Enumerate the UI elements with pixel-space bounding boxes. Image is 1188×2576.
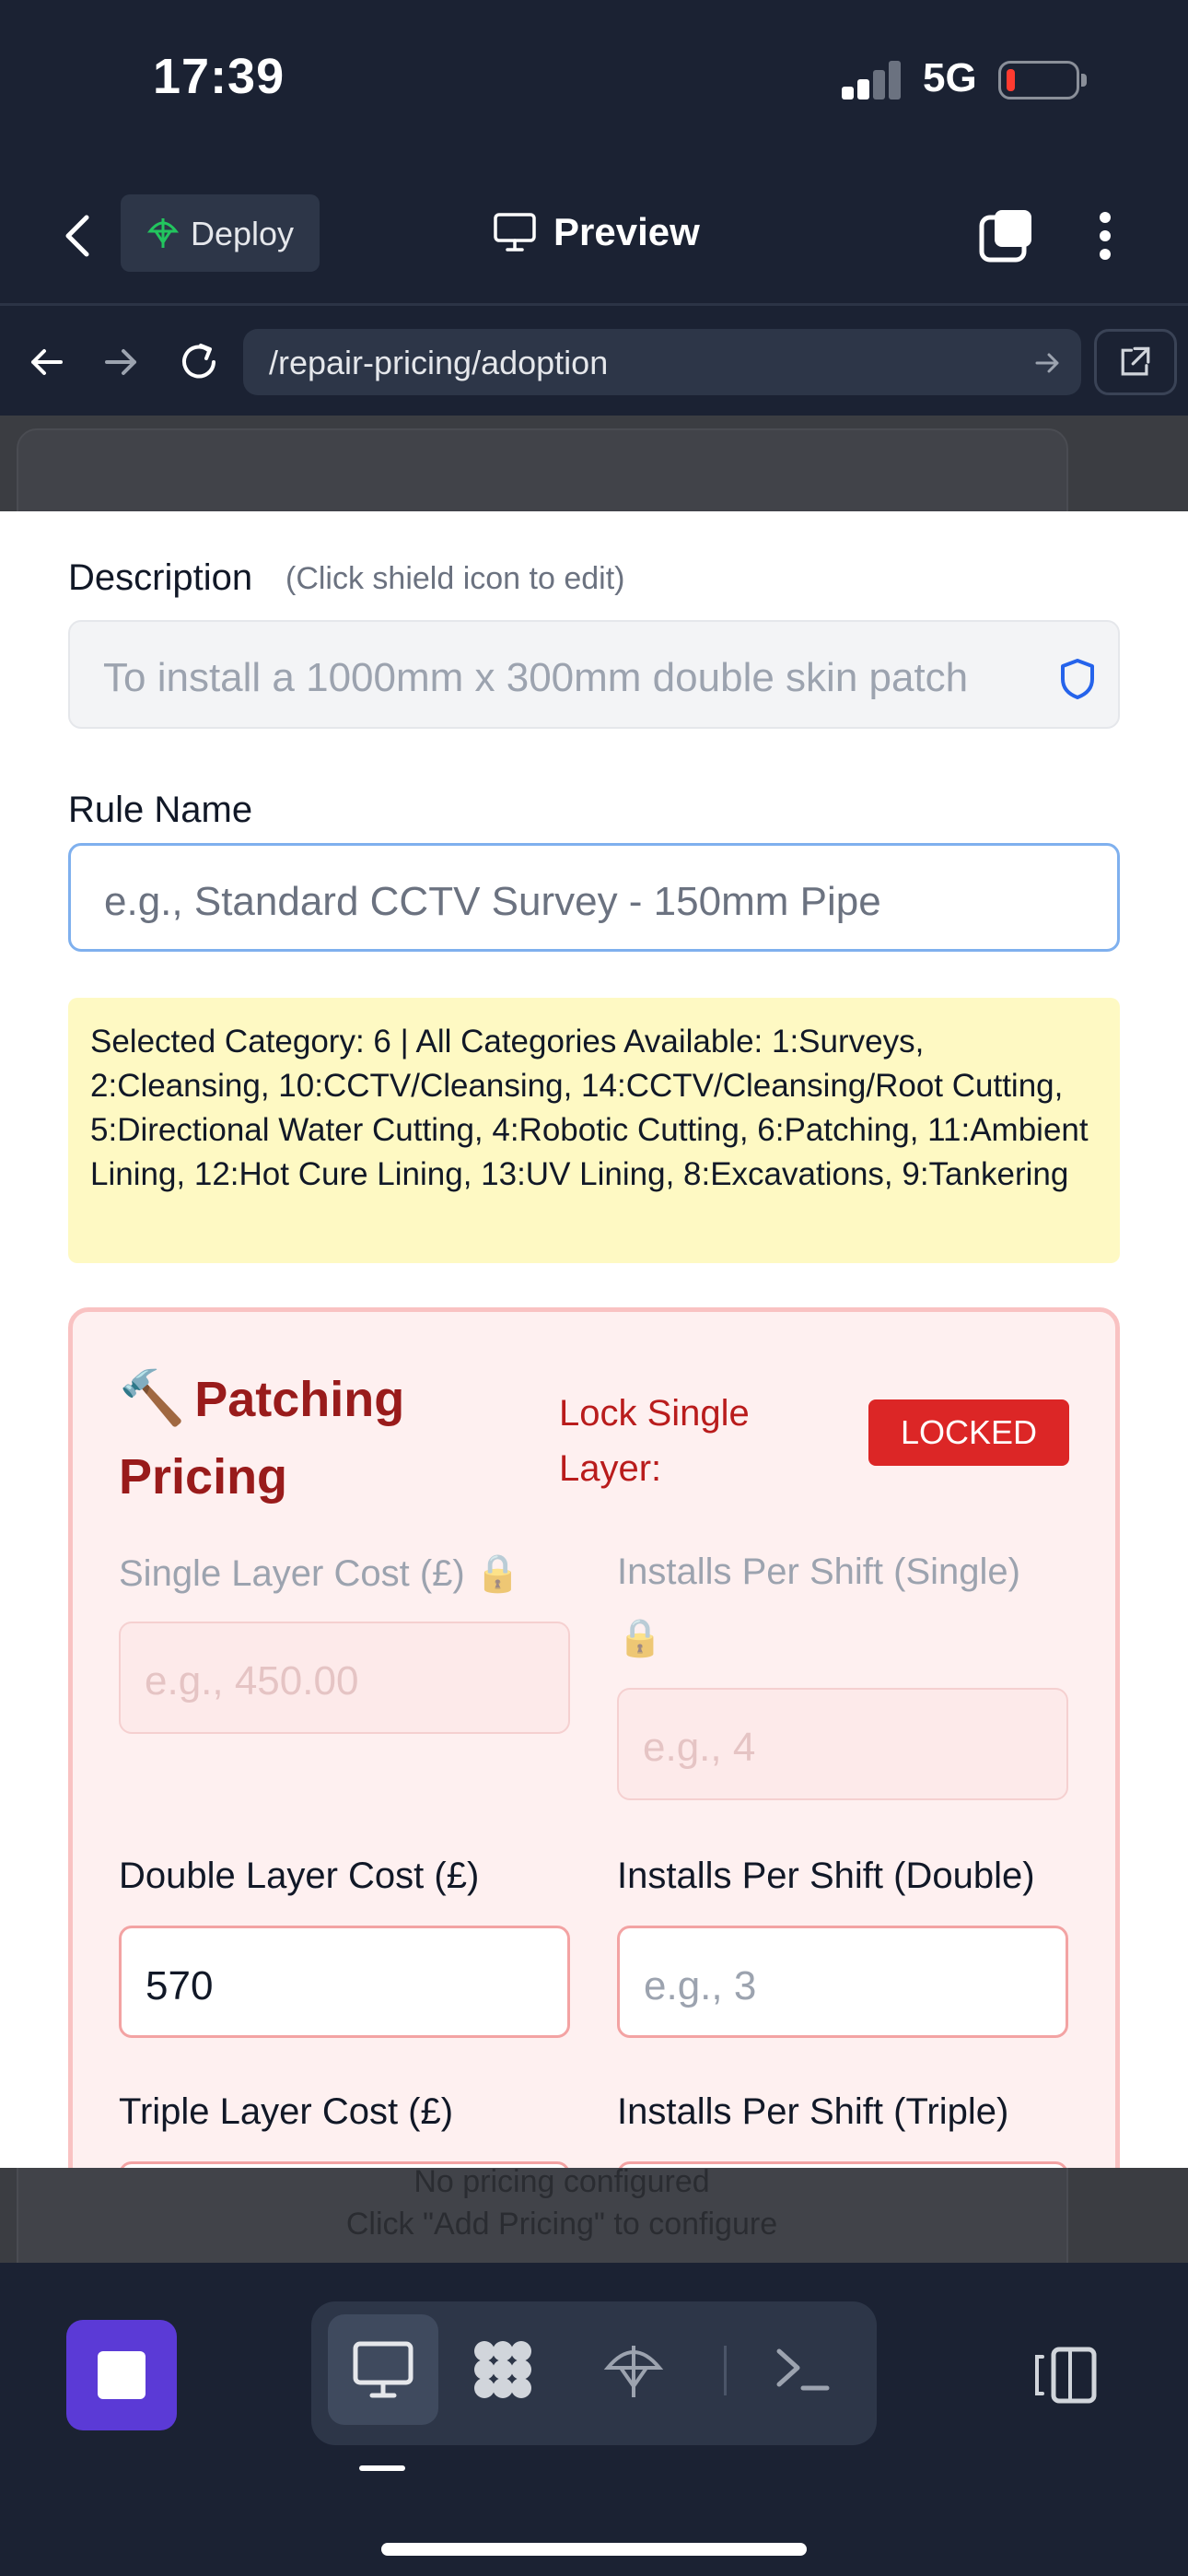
deploy-label: Deploy	[191, 215, 295, 252]
triple-layer-cost-input[interactable]	[119, 2161, 570, 2168]
empty-state-hint: Click "Add Pricing" to configure	[345, 2207, 778, 2242]
signal-icon	[842, 59, 903, 100]
tool-switcher	[311, 2301, 877, 2445]
lock-icon: 🔒	[617, 1618, 663, 1658]
chevron-left-icon	[65, 215, 89, 257]
preview-label: Preview	[553, 210, 700, 253]
tabs-icon	[979, 210, 1031, 263]
pricing-title: 🔨 Patching Pricing	[119, 1360, 524, 1516]
triple-installs-label: Installs Per Shift (Triple)	[617, 2091, 1009, 2132]
arrow-right-icon[interactable]	[99, 340, 144, 384]
rule-name-label: Rule Name	[68, 790, 253, 830]
pricing-modal: Description (Click shield icon to edit) …	[0, 511, 1188, 2168]
category-info-box: Selected Category: 6 | All Categories Av…	[68, 998, 1120, 1263]
stop-button[interactable]	[66, 2320, 177, 2430]
preview-tool-button[interactable]	[328, 2314, 438, 2425]
more-options-button[interactable]	[1087, 206, 1124, 265]
deploy-button[interactable]: Deploy	[121, 194, 320, 272]
stop-icon	[98, 2351, 146, 2399]
empty-state-title: No pricing configured	[413, 2164, 710, 2199]
url-text: /repair-pricing/adoption	[269, 344, 609, 381]
shield-icon[interactable]	[1057, 657, 1098, 701]
active-tool-indicator	[359, 2465, 405, 2471]
url-field[interactable]: /repair-pricing/adoption	[243, 329, 1081, 395]
lock-icon: 🔒	[474, 1553, 521, 1594]
description-value: To install a 1000mm x 300mm double skin …	[103, 655, 969, 700]
single-installs-label: Installs Per Shift (Single)	[617, 1551, 1020, 1592]
tabs-button[interactable]	[976, 206, 1037, 265]
browser-toolbar: /repair-pricing/adoption	[0, 309, 1188, 416]
double-installs-label: Installs Per Shift (Double)	[617, 1856, 1035, 1896]
rule-name-input[interactable]: e.g., Standard CCTV Survey - 150mm Pipe	[68, 843, 1120, 952]
description-field: To install a 1000mm x 300mm double skin …	[68, 620, 1120, 729]
status-bar: 17:39 5G	[0, 0, 1188, 166]
back-button[interactable]	[53, 206, 103, 265]
monitor-icon	[353, 2341, 413, 2398]
single-layer-cost-input[interactable]: e.g., 450.00	[119, 1622, 570, 1734]
bottom-toolbar	[0, 2263, 1188, 2576]
deploy-icon	[603, 2346, 664, 2397]
deploy-tool-button[interactable]	[578, 2314, 689, 2425]
grid-blob-icon	[474, 2341, 531, 2398]
triple-layer-cost-label: Triple Layer Cost (£)	[119, 2091, 454, 2132]
split-view-icon	[1035, 2347, 1097, 2404]
rule-name-placeholder: e.g., Standard CCTV Survey - 150mm Pipe	[104, 879, 881, 924]
go-arrow-icon[interactable]	[1031, 347, 1063, 379]
patching-pricing-card: 🔨 Patching Pricing Lock Single Layer: LOC…	[68, 1307, 1120, 2168]
layout-toggle-button[interactable]	[1030, 2344, 1100, 2406]
toolbar-divider	[724, 2346, 727, 2395]
open-external-button[interactable]	[1094, 329, 1177, 395]
double-layer-cost-input[interactable]: 570	[119, 1926, 570, 2038]
locked-toggle-button[interactable]: LOCKED	[868, 1399, 1069, 1466]
monitor-icon	[494, 213, 536, 252]
double-layer-cost-label: Double Layer Cost (£)	[119, 1856, 480, 1896]
hammer-icon: 🔨	[119, 1368, 186, 1428]
apps-tool-button[interactable]	[448, 2314, 558, 2425]
description-label: Description	[68, 557, 253, 598]
double-installs-input[interactable]: e.g., 3	[617, 1926, 1068, 2038]
app-header: Deploy Preview	[0, 166, 1188, 306]
background-empty-card: No pricing configured Click "Add Pricing…	[17, 2157, 1068, 2267]
home-indicator	[381, 2543, 807, 2556]
terminal-icon	[776, 2348, 830, 2391]
single-layer-cost-label: Single Layer Cost (£) 🔒	[119, 1553, 521, 1594]
network-type: 5G	[923, 55, 977, 100]
triple-installs-input[interactable]	[617, 2161, 1068, 2168]
lock-single-layer-label: Lock Single Layer:	[559, 1393, 750, 1489]
single-installs-input[interactable]: e.g., 4	[617, 1688, 1068, 1800]
deploy-icon	[146, 218, 180, 248]
external-link-icon	[1121, 346, 1150, 376]
status-time: 17:39	[153, 49, 285, 104]
terminal-tool-button[interactable]	[748, 2314, 858, 2425]
arrow-left-icon[interactable]	[24, 340, 68, 384]
description-hint: (Click shield icon to edit)	[285, 561, 625, 596]
refresh-icon[interactable]	[177, 340, 221, 384]
battery-icon	[998, 61, 1087, 100]
